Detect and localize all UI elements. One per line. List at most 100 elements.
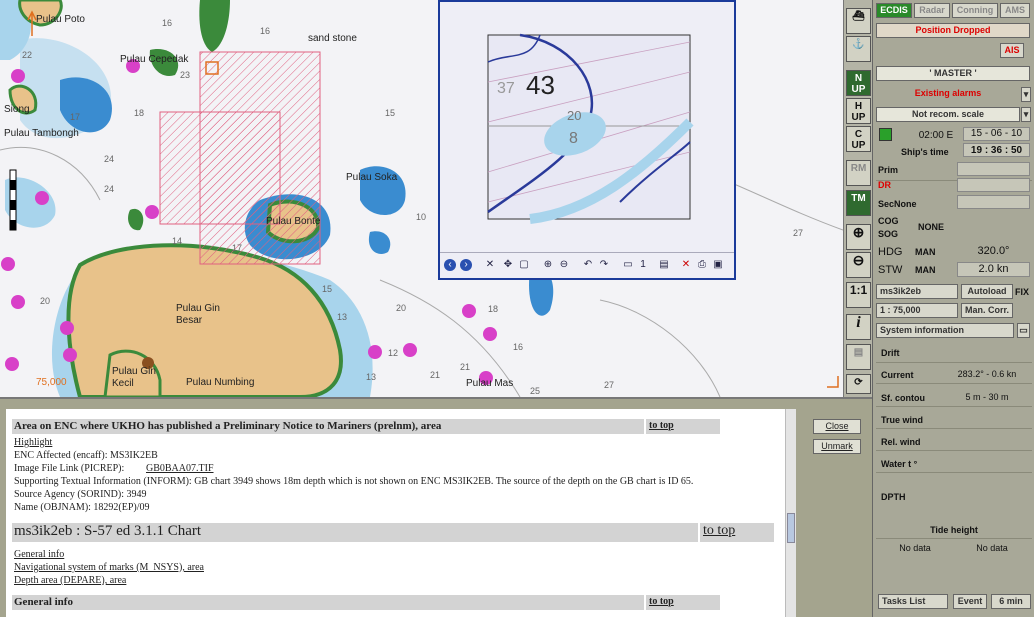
depth-sounding: 16 <box>513 342 524 352</box>
general-info-link[interactable]: General info <box>14 549 64 560</box>
depth-sounding: 25 <box>530 386 541 396</box>
close-button[interactable]: Close <box>813 419 861 434</box>
relative-motion-button[interactable]: RM <box>846 160 871 186</box>
place-label: Pulau Poto <box>36 14 85 25</box>
depth-label: DPTH <box>881 492 906 502</box>
chevron-down-icon[interactable]: ▾ <box>1021 107 1031 122</box>
prev-icon[interactable]: ‹ <box>444 259 456 271</box>
true-wind-label: True wind <box>881 415 924 425</box>
course-up-button[interactable]: C UP <box>846 126 871 152</box>
actual-size-icon[interactable]: ▢ <box>518 259 530 271</box>
image-viewer-popup[interactable]: 37 43 20 8 ‹ › ✕ ✥ ▢ ⊕ ⊖ ↶ ↷ ▭ 1 ▤ ✕ ⎙ ▣ <box>438 0 736 280</box>
zoom-in-icon[interactable]: ⊕ <box>846 224 871 250</box>
scale-select[interactable]: 1 : 75,000 <box>876 303 958 318</box>
viewer-toolbar: ‹ › ✕ ✥ ▢ ⊕ ⊖ ↶ ↷ ▭ 1 ▤ ✕ ⎙ ▣ <box>440 252 734 278</box>
place-label: Pulau Tambongh <box>4 128 79 139</box>
sf-contour-label: Sf. contou <box>881 393 925 403</box>
drift-label: Drift <box>881 348 900 358</box>
anchor-icon[interactable]: ⚓ <box>846 36 871 62</box>
depth-sounding: 24 <box>104 184 115 194</box>
nav-system-link[interactable]: Navigational system of marks (M_NSYS), a… <box>14 562 204 573</box>
rotate-right-icon[interactable]: ↷ <box>598 259 610 271</box>
rotate-left-icon[interactable]: ↶ <box>582 259 594 271</box>
highlight-link[interactable]: Highlight <box>14 437 52 448</box>
existing-alarms[interactable]: Existing alarms <box>876 87 1020 102</box>
to-top-link[interactable]: to top <box>649 420 674 431</box>
place-label: Pulau Numbing <box>186 377 255 388</box>
one-to-one-button[interactable]: 1:1 <box>846 282 871 308</box>
interval-select[interactable]: 6 min <box>991 594 1031 609</box>
to-top-link[interactable]: to top <box>703 523 735 539</box>
depth-sounding: 20 <box>396 303 407 313</box>
notes-icon[interactable]: ▤ <box>846 344 871 370</box>
autoload-button[interactable]: Autoload <box>961 284 1013 299</box>
faint-depth: 37 <box>497 80 515 97</box>
sog-label: SOG <box>878 229 899 239</box>
chart-heading: ms3ik2eb : S-57 ed 3.1.1 Chart <box>14 523 202 539</box>
copy-icon[interactable]: ▤ <box>658 259 670 271</box>
object-name: Name (OBJNAM): 18292(EP)/09 <box>14 502 150 513</box>
page-indicator[interactable]: 1 <box>636 259 650 271</box>
unmark-button[interactable]: Unmark <box>813 439 861 454</box>
tasks-list-select[interactable]: Tasks List <box>878 594 948 609</box>
window-icon[interactable]: ▭ <box>1017 323 1030 338</box>
master-select[interactable]: ' MASTER ' <box>876 66 1030 81</box>
enc-affected: ENC Affected (encaff): MS3IK2EB <box>14 450 158 461</box>
supporting-info: Supporting Textual Information (INFORM):… <box>14 476 694 487</box>
depth-sounding: 10 <box>416 212 427 222</box>
rotate-icon[interactable]: ⟳ <box>846 374 871 394</box>
tab-ecdis[interactable]: ECDIS <box>876 3 912 18</box>
zoom-in-icon[interactable]: ⊕ <box>542 259 554 271</box>
next-icon[interactable]: › <box>460 259 472 271</box>
north-up-button[interactable]: N UP <box>846 70 871 96</box>
chart-toolbar: ⛴ ⚓ N UP H UP C UP RM TM ⊕ ⊖ 1:1 i ▤ ⟳ <box>843 0 872 397</box>
image-file-link[interactable]: GB0BAA07.TIF <box>146 463 214 474</box>
place-label: Pulau Gin Besar <box>176 303 220 326</box>
system-info-select[interactable]: System information <box>876 323 1014 338</box>
depth-sounding: 22 <box>22 50 33 60</box>
chart-view[interactable]: Pulau Poto Pulau Cepedak sand stone Sion… <box>0 0 843 397</box>
print-icon[interactable]: ⎙ <box>696 259 708 271</box>
page-icon[interactable]: ▭ <box>622 259 634 271</box>
sf-contour-value: 5 m - 30 m <box>965 392 1009 402</box>
position-dropped-alarm[interactable]: Position Dropped <box>876 23 1030 38</box>
source-agency: Source Agency (SORIND): 3949 <box>14 489 147 500</box>
depth-sounding: 12 <box>388 348 399 358</box>
info-button[interactable]: i <box>846 314 871 340</box>
chart-select[interactable]: ms3ik2eb <box>876 284 958 299</box>
place-label: Pulau Mas <box>466 378 514 389</box>
chevron-down-icon[interactable]: ▾ <box>1021 87 1031 102</box>
pan-icon[interactable]: ✥ <box>502 259 514 271</box>
delete-icon[interactable]: ✕ <box>680 259 692 271</box>
ais-button[interactable]: AIS <box>1000 43 1024 58</box>
event-button[interactable]: Event <box>953 594 987 609</box>
place-label: sand stone <box>308 33 357 44</box>
object-info-content[interactable]: Area on ENC where UKHO has published a P… <box>6 409 796 617</box>
stw-mode: MAN <box>915 265 936 275</box>
depth-sounding: 27 <box>793 228 804 238</box>
zoom-out-icon[interactable]: ⊖ <box>846 252 871 278</box>
scrollbar[interactable] <box>785 409 796 617</box>
depth-area-link[interactable]: Depth area (DEPARE), area <box>14 575 126 586</box>
to-top-link[interactable]: to top <box>649 596 674 607</box>
depth-sounding: 13 <box>337 312 348 322</box>
ships-time-label: Ship's time <box>901 147 949 157</box>
depth-sounding: 18 <box>134 108 145 118</box>
tab-ams[interactable]: AMS <box>1000 3 1030 18</box>
not-recom-scale[interactable]: Not recom. scale <box>876 107 1020 122</box>
right-panel: ECDIS Radar Conning AMS Position Dropped… <box>872 0 1034 617</box>
time-offset: 02:00 E <box>918 130 954 141</box>
place-label: Pulau Bonte <box>266 216 321 227</box>
fit-icon[interactable]: ✕ <box>484 259 496 271</box>
cog-sog-value: NONE <box>917 222 944 232</box>
place-label: Pulau Cepedak <box>120 54 189 65</box>
dr-label: DR <box>878 180 891 190</box>
true-motion-button[interactable]: TM <box>846 190 871 216</box>
zoom-out-icon[interactable]: ⊖ <box>558 259 570 271</box>
tab-radar[interactable]: Radar <box>914 3 950 18</box>
ship-icon[interactable]: ⛴ <box>846 8 871 34</box>
head-up-button[interactable]: H UP <box>846 98 871 124</box>
man-corr-button[interactable]: Man. Corr. <box>961 303 1013 318</box>
tab-conning[interactable]: Conning <box>952 3 998 18</box>
save-icon[interactable]: ▣ <box>712 259 724 271</box>
